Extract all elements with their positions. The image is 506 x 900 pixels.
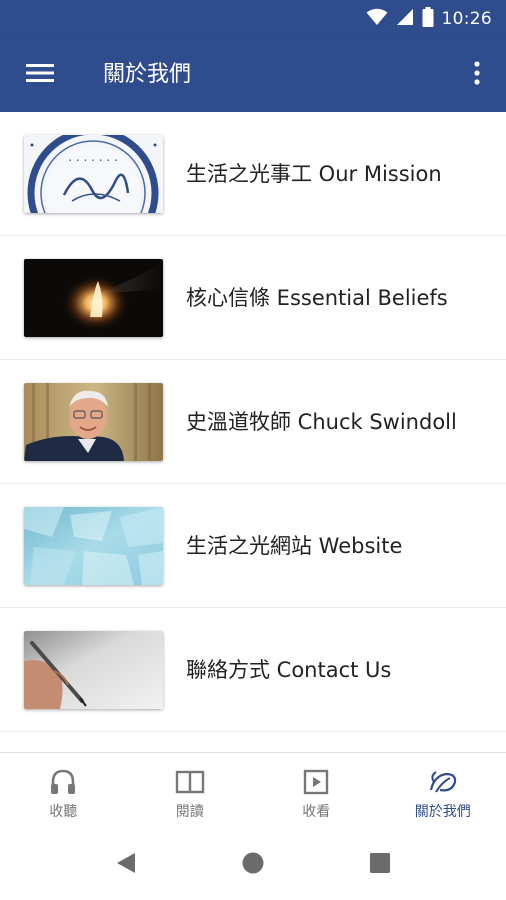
list-item-essential-beliefs[interactable]: 核心信條 Essential Beliefs [0,236,506,360]
recents-icon [369,852,391,878]
more-vertical-icon [474,61,480,89]
list-item-label: 生活之光網站 Website [186,534,403,558]
mission-seal-thumbnail: . . . . . . . [24,135,163,213]
nav-label: 收看 [302,804,331,820]
light-in-darkness-thumbnail [24,259,163,337]
nav-item-watch[interactable]: 收看 [253,753,380,830]
list-item-chuck-swindoll[interactable]: 史溫道牧師 Chuck Swindoll [0,360,506,484]
home-icon [241,851,265,879]
list-item-website[interactable]: 生活之光網站 Website [0,484,506,608]
list-item-label: 聯絡方式 Contact Us [186,658,392,682]
status-bar: 10:26 [0,0,506,38]
list-item-label: 史溫道牧師 Chuck Swindoll [186,410,457,434]
back-icon [115,851,137,879]
pastor-portrait-thumbnail [24,383,163,461]
bottom-navigation: 收聽 閱讀 收看 關於我們 [0,752,506,830]
book-icon [175,767,205,797]
nav-label: 關於我們 [414,804,471,820]
nav-item-about-us[interactable]: 關於我們 [380,753,506,830]
list-item-our-mission[interactable]: . . . . . . . 生活之光事工 Our Mission [0,112,506,236]
blue-ice-texture-thumbnail [24,507,163,585]
nav-label: 閱讀 [175,804,204,820]
cellular-signal-icon [396,8,414,30]
hand-writing-pen-thumbnail [24,631,163,709]
overflow-menu-button[interactable] [466,58,488,92]
back-button[interactable] [113,852,139,878]
status-time: 10:26 [441,9,492,29]
recents-button[interactable] [367,852,393,878]
app-bar: 關於我們 [0,38,506,112]
list-item-label: 核心信條 Essential Beliefs [186,286,448,310]
nav-item-listen[interactable]: 收聽 [0,753,127,830]
home-button[interactable] [240,852,266,878]
svg-text:. . . . . . .: . . . . . . . [68,150,118,164]
list-item-label: 生活之光事工 Our Mission [186,162,442,186]
battery-icon [422,7,434,31]
play-icon [301,767,331,797]
page-title: 關於我們 [103,62,192,87]
status-icons: 10:26 [366,7,493,31]
headphones-icon [48,767,78,797]
leaf-logo-icon [428,767,458,797]
nav-label: 收聽 [49,804,78,820]
nav-item-read[interactable]: 閱讀 [127,753,254,830]
about-list: . . . . . . . 生活之光事工 Our Mission 核心信條 Es… [0,112,506,732]
hamburger-menu-icon [26,63,54,87]
wifi-icon [366,8,388,30]
system-navigation-bar [0,830,506,900]
menu-button[interactable] [20,60,60,90]
list-item-contact-us[interactable]: 聯絡方式 Contact Us [0,608,506,732]
